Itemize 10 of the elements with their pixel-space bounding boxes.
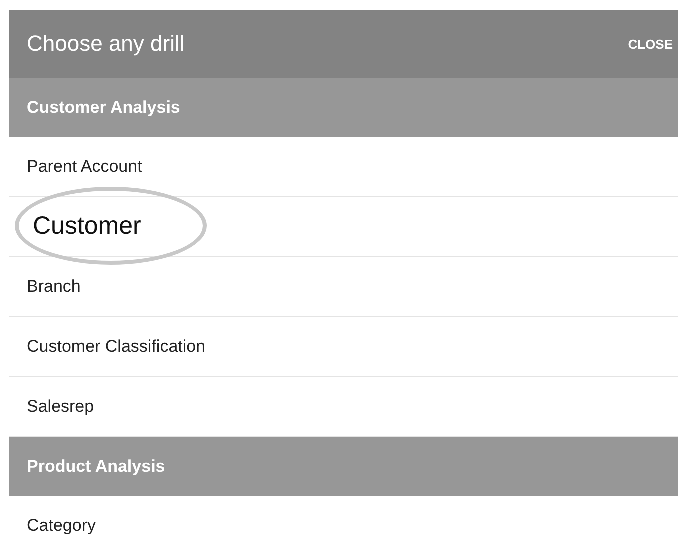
section-title: Product Analysis [27,456,166,476]
drill-option[interactable]: Category [27,516,96,536]
dialog-title: Choose any drill [27,31,185,57]
drill-option[interactable]: Parent Account [27,156,142,176]
drill-option[interactable]: Customer Classification [27,336,206,356]
drill-option[interactable]: Customer [27,212,142,241]
drill-option[interactable]: Branch [27,276,81,296]
section-title: Customer Analysis [27,98,180,118]
drill-option[interactable]: Salesrep [27,396,94,416]
close-button[interactable]: CLOSE [628,36,678,52]
